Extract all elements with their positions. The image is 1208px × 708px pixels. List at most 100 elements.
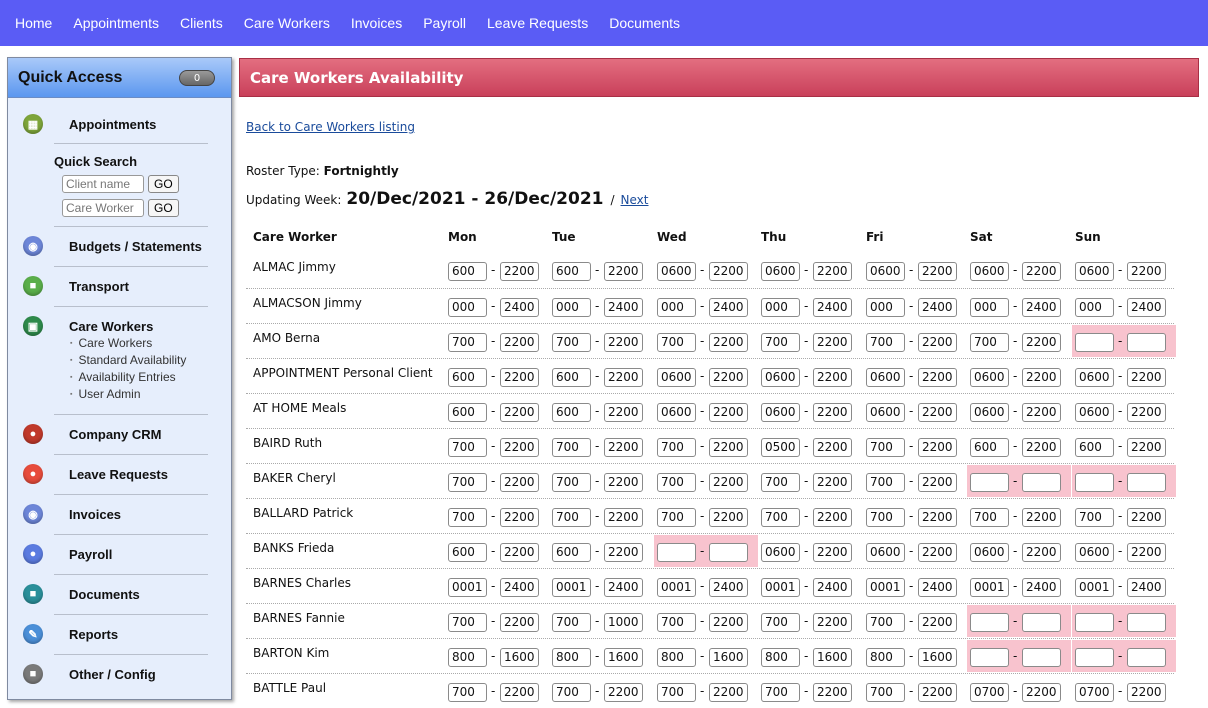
start-time-input[interactable]: 0001 bbox=[552, 578, 591, 597]
start-time-input[interactable] bbox=[1075, 473, 1114, 492]
end-time-input[interactable]: 2200 bbox=[918, 683, 957, 702]
start-time-input[interactable]: 800 bbox=[866, 648, 905, 667]
start-time-input[interactable]: 800 bbox=[761, 648, 800, 667]
end-time-input[interactable]: 2200 bbox=[918, 403, 957, 422]
care-worker-search-input[interactable] bbox=[62, 199, 144, 217]
start-time-input[interactable]: 0600 bbox=[761, 403, 800, 422]
start-time-input[interactable]: 700 bbox=[970, 333, 1009, 352]
start-time-input[interactable]: 600 bbox=[552, 543, 591, 562]
start-time-input[interactable]: 0600 bbox=[1075, 403, 1114, 422]
end-time-input[interactable] bbox=[1022, 613, 1061, 632]
start-time-input[interactable]: 0001 bbox=[761, 578, 800, 597]
start-time-input[interactable]: 0600 bbox=[866, 543, 905, 562]
start-time-input[interactable]: 700 bbox=[657, 473, 696, 492]
end-time-input[interactable]: 2400 bbox=[500, 578, 539, 597]
end-time-input[interactable]: 2200 bbox=[918, 368, 957, 387]
end-time-input[interactable]: 2400 bbox=[604, 298, 643, 317]
start-time-input[interactable]: 700 bbox=[761, 333, 800, 352]
sidebar-item-care-workers[interactable]: ▣ Care Workers bbox=[23, 316, 153, 336]
end-time-input[interactable]: 1000 bbox=[604, 613, 643, 632]
start-time-input[interactable]: 700 bbox=[552, 683, 591, 702]
start-time-input[interactable]: 000 bbox=[970, 298, 1009, 317]
end-time-input[interactable]: 2400 bbox=[918, 578, 957, 597]
end-time-input[interactable] bbox=[709, 543, 748, 562]
start-time-input[interactable]: 700 bbox=[866, 613, 905, 632]
end-time-input[interactable]: 2200 bbox=[604, 683, 643, 702]
submenu-item-standard-availability[interactable]: Standard Availability bbox=[70, 352, 186, 369]
end-time-input[interactable]: 2200 bbox=[1022, 508, 1061, 527]
end-time-input[interactable]: 2200 bbox=[1127, 262, 1166, 281]
start-time-input[interactable]: 700 bbox=[657, 508, 696, 527]
start-time-input[interactable]: 0600 bbox=[866, 403, 905, 422]
end-time-input[interactable]: 2200 bbox=[604, 368, 643, 387]
end-time-input[interactable] bbox=[1127, 333, 1166, 352]
start-time-input[interactable]: 600 bbox=[970, 438, 1009, 457]
start-time-input[interactable]: 700 bbox=[1075, 508, 1114, 527]
start-time-input[interactable]: 700 bbox=[657, 438, 696, 457]
end-time-input[interactable]: 2200 bbox=[918, 508, 957, 527]
end-time-input[interactable]: 2200 bbox=[1022, 683, 1061, 702]
end-time-input[interactable]: 1600 bbox=[604, 648, 643, 667]
start-time-input[interactable]: 700 bbox=[970, 508, 1009, 527]
start-time-input[interactable] bbox=[1075, 333, 1114, 352]
start-time-input[interactable]: 700 bbox=[657, 613, 696, 632]
start-time-input[interactable]: 0600 bbox=[1075, 368, 1114, 387]
start-time-input[interactable]: 600 bbox=[448, 543, 487, 562]
start-time-input[interactable]: 700 bbox=[448, 683, 487, 702]
end-time-input[interactable]: 2200 bbox=[709, 368, 748, 387]
start-time-input[interactable]: 0600 bbox=[866, 262, 905, 281]
end-time-input[interactable]: 2400 bbox=[813, 578, 852, 597]
end-time-input[interactable]: 2200 bbox=[918, 438, 957, 457]
sidebar-item-payroll[interactable]: ● Payroll bbox=[23, 544, 112, 564]
end-time-input[interactable]: 2400 bbox=[813, 298, 852, 317]
end-time-input[interactable]: 2200 bbox=[500, 438, 539, 457]
end-time-input[interactable]: 2200 bbox=[709, 333, 748, 352]
submenu-item-user-admin[interactable]: User Admin bbox=[70, 386, 186, 403]
sidebar-item-invoices[interactable]: ◉ Invoices bbox=[23, 504, 121, 524]
end-time-input[interactable]: 2400 bbox=[709, 578, 748, 597]
start-time-input[interactable]: 700 bbox=[866, 473, 905, 492]
start-time-input[interactable]: 700 bbox=[866, 683, 905, 702]
start-time-input[interactable]: 600 bbox=[448, 262, 487, 281]
end-time-input[interactable]: 2200 bbox=[813, 403, 852, 422]
start-time-input[interactable]: 700 bbox=[761, 473, 800, 492]
start-time-input[interactable]: 700 bbox=[552, 508, 591, 527]
start-time-input[interactable]: 600 bbox=[552, 262, 591, 281]
start-time-input[interactable]: 0600 bbox=[970, 403, 1009, 422]
start-time-input[interactable] bbox=[970, 473, 1009, 492]
start-time-input[interactable]: 700 bbox=[657, 683, 696, 702]
nav-appointments[interactable]: Appointments bbox=[73, 15, 159, 31]
start-time-input[interactable]: 0600 bbox=[970, 368, 1009, 387]
end-time-input[interactable]: 2200 bbox=[813, 262, 852, 281]
start-time-input[interactable]: 0600 bbox=[866, 368, 905, 387]
start-time-input[interactable]: 700 bbox=[448, 333, 487, 352]
start-time-input[interactable]: 0600 bbox=[970, 262, 1009, 281]
start-time-input[interactable]: 0700 bbox=[970, 683, 1009, 702]
end-time-input[interactable]: 2200 bbox=[604, 333, 643, 352]
sidebar-item-reports[interactable]: ✎ Reports bbox=[23, 624, 118, 644]
end-time-input[interactable]: 2200 bbox=[500, 262, 539, 281]
end-time-input[interactable]: 2400 bbox=[709, 298, 748, 317]
start-time-input[interactable]: 800 bbox=[552, 648, 591, 667]
start-time-input[interactable]: 700 bbox=[552, 473, 591, 492]
end-time-input[interactable]: 2200 bbox=[813, 333, 852, 352]
nav-documents[interactable]: Documents bbox=[609, 15, 680, 31]
end-time-input[interactable]: 2400 bbox=[1022, 298, 1061, 317]
start-time-input[interactable]: 000 bbox=[552, 298, 591, 317]
sidebar-item-budgets-statements[interactable]: ◉ Budgets / Statements bbox=[23, 236, 202, 256]
quick-access-count-badge[interactable]: 0 bbox=[179, 69, 215, 86]
end-time-input[interactable]: 1600 bbox=[500, 648, 539, 667]
start-time-input[interactable] bbox=[657, 543, 696, 562]
next-week-link[interactable]: Next bbox=[621, 193, 649, 207]
nav-care-workers[interactable]: Care Workers bbox=[244, 15, 330, 31]
start-time-input[interactable]: 000 bbox=[1075, 298, 1114, 317]
sidebar-item-company-crm[interactable]: ● Company CRM bbox=[23, 424, 161, 444]
end-time-input[interactable]: 2200 bbox=[500, 403, 539, 422]
end-time-input[interactable]: 2400 bbox=[1022, 578, 1061, 597]
nav-home[interactable]: Home bbox=[15, 15, 52, 31]
start-time-input[interactable]: 000 bbox=[761, 298, 800, 317]
start-time-input[interactable]: 000 bbox=[448, 298, 487, 317]
start-time-input[interactable]: 000 bbox=[866, 298, 905, 317]
end-time-input[interactable]: 2200 bbox=[709, 473, 748, 492]
end-time-input[interactable]: 2200 bbox=[500, 368, 539, 387]
